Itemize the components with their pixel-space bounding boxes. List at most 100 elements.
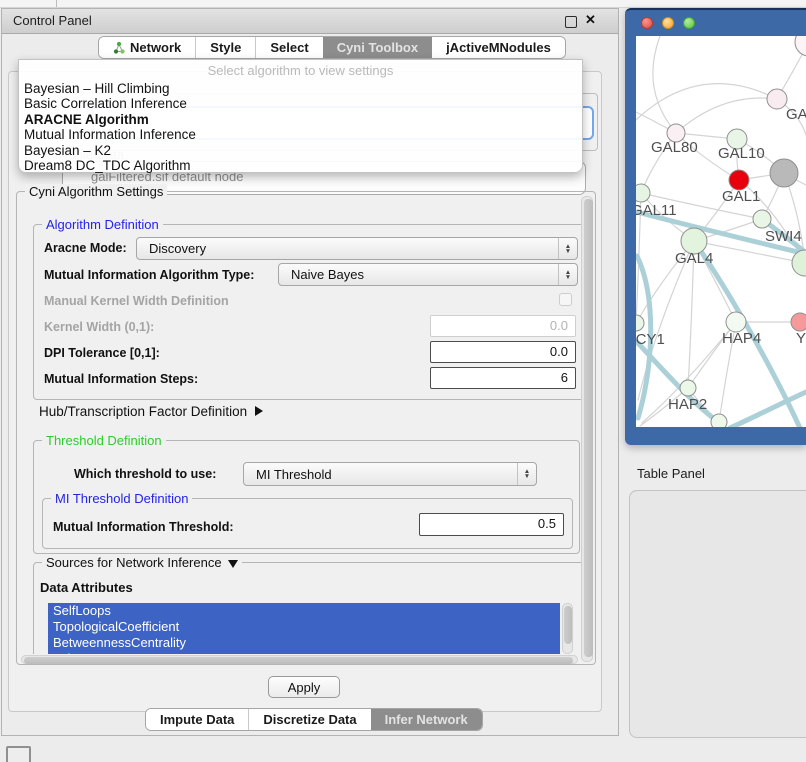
network-node[interactable] (770, 159, 798, 187)
control-panel: Control Panel ✕ Inference Algorithm Tabl… (1, 8, 619, 736)
network-node-y[interactable] (791, 313, 806, 331)
algorithm-dropdown-placeholder: Select algorithm to view settings (19, 60, 582, 81)
manual-kernel-label: Manual Kernel Width Definition (44, 294, 229, 308)
collapse-caret-icon (228, 560, 238, 568)
tab-network[interactable]: Network (99, 37, 195, 58)
attribute-list-scrollbar[interactable] (562, 603, 573, 654)
data-attributes-label: Data Attributes (40, 580, 133, 595)
tab-impute-data[interactable]: Impute Data (146, 709, 248, 730)
table-panel: ⚙ ✓✓ shared...nameA YDL19...YDL19...13YD… (629, 490, 806, 738)
sources-group: Sources for Network Inference Data Attri… (33, 562, 589, 654)
algorithm-option-basic-correlation-inference[interactable]: Basic Correlation Inference (19, 96, 582, 111)
float-icon[interactable] (565, 16, 577, 28)
mi-threshold-definition-title: MI Threshold Definition (51, 491, 192, 506)
control-panel-titlebar: Control Panel ✕ (2, 9, 618, 34)
top-tab-strip: Network Style Select Cyni Toolbox jActiveMNo… (98, 36, 566, 59)
network-node-gcy1[interactable] (636, 315, 644, 331)
algorithm-option-bayesian-k2[interactable]: Bayesian – K2 (19, 143, 582, 158)
network-node-hap2[interactable] (680, 380, 696, 396)
sources-title-wrap[interactable]: Sources for Network Inference (42, 555, 242, 570)
dpi-tolerance-field[interactable]: 0.0 (430, 341, 576, 363)
kernel-width-label: Kernel Width (0,1): (44, 320, 154, 334)
mi-type-combo[interactable]: Naive Bayes ▲▼ (278, 263, 578, 286)
mi-threshold-definition-group: MI Threshold Definition Mutual Informati… (42, 498, 573, 549)
close-icon[interactable]: ✕ (585, 12, 596, 28)
manual-kernel-checkbox[interactable] (559, 293, 572, 306)
window-zoom-button[interactable] (683, 17, 695, 29)
threshold-definition-title: Threshold Definition (42, 433, 166, 448)
window-minimize-button[interactable] (662, 17, 674, 29)
tab-select[interactable]: Select (255, 37, 322, 58)
attribute-item-topologicalcoefficient[interactable]: TopologicalCoefficient (48, 619, 560, 635)
network-node[interactable] (792, 250, 806, 276)
partial-corner-icon[interactable] (6, 746, 31, 762)
dpi-tolerance-label: DPI Tolerance [0,1]: (44, 346, 160, 360)
network-node-gal1[interactable] (729, 170, 749, 190)
node-label-gcy1: GCY1 (636, 331, 665, 348)
tab-label: jActiveMNodules (446, 40, 551, 55)
algorithm-option-mutual-information-inference[interactable]: Mutual Information Inference (19, 127, 582, 142)
mi-threshold-label: Mutual Information Threshold: (53, 520, 234, 534)
mi-steps-label: Mutual Information Steps: (44, 372, 198, 386)
attribute-list[interactable]: SelfLoopsTopologicalCoefficientBetweenne… (48, 603, 560, 654)
settings-horizontal-scrollbar[interactable] (21, 655, 578, 664)
bottom-tab-strip: Impute Data Discretize Data Infer Network (145, 708, 483, 731)
algorithm-definition-title: Algorithm Definition (42, 217, 163, 232)
tab-style[interactable]: Style (195, 37, 255, 58)
attribute-item-betweennesscentrality[interactable]: BetweennessCentrality (48, 635, 560, 651)
network-node[interactable] (711, 414, 727, 427)
apply-button[interactable]: Apply (268, 676, 340, 698)
screen: Control Panel ✕ Inference Algorithm Tabl… (0, 0, 806, 762)
algorithm-option-bayesian-hill-climbing[interactable]: Bayesian – Hill Climbing (19, 81, 582, 96)
network-node-swi4[interactable] (753, 210, 771, 228)
tab-label: Impute Data (160, 712, 234, 727)
algorithm-option-dream8-dc-tdc-algorithm[interactable]: Dream8 DC_TDC Algorithm (19, 158, 582, 173)
tab-jactivemnodules[interactable]: jActiveMNodules (432, 37, 565, 58)
attribute-item-selfloops[interactable]: SelfLoops (48, 603, 560, 619)
node-label-gal10: GAL10 (718, 145, 765, 162)
sources-title: Sources for Network Inference (46, 555, 222, 570)
algorithm-list: Bayesian – Hill ClimbingBasic Correlatio… (19, 81, 582, 173)
network-edge (653, 36, 676, 133)
tab-label: Discretize Data (263, 712, 356, 727)
node-label-swi4: SWI4 (765, 228, 802, 245)
cyni-algorithm-settings-group: Cyni Algorithm Settings Algorithm Defini… (16, 191, 596, 665)
control-panel-title: Control Panel (13, 13, 92, 28)
kernel-width-field[interactable]: 0.0 (430, 315, 576, 337)
tab-discretize-data[interactable]: Discretize Data (248, 709, 370, 730)
threshold-definition-group: Threshold Definition Which threshold to … (33, 440, 580, 554)
network-canvas[interactable]: GALGAL80GAL10GAL1GAL11SWI4GAL4GCY1HAP4YH… (636, 36, 806, 427)
network-node-hap4[interactable] (726, 312, 746, 332)
aracne-mode-label: Aracne Mode: (44, 241, 127, 255)
network-node[interactable] (795, 36, 806, 56)
node-label-hap4: HAP4 (722, 330, 761, 347)
window-close-button[interactable] (641, 17, 653, 29)
table-panel-title: Table Panel (637, 466, 705, 481)
mi-type-value: Naive Bayes (291, 267, 364, 282)
node-label-gal4: GAL4 (675, 250, 713, 267)
network-canvas-svg: GALGAL80GAL10GAL1GAL11SWI4GAL4GCY1HAP4YH… (636, 36, 806, 427)
mi-threshold-field[interactable]: 0.5 (419, 513, 564, 536)
tab-cyni-toolbox[interactable]: Cyni Toolbox (323, 37, 432, 58)
node-label-gal1: GAL1 (722, 188, 760, 205)
aracne-mode-combo[interactable]: Discovery ▲▼ (136, 237, 578, 260)
algorithm-option-aracne-algorithm[interactable]: ARACNE Algorithm (19, 112, 582, 127)
which-threshold-combo[interactable]: MI Threshold ▲▼ (243, 462, 537, 486)
network-edge (676, 98, 777, 133)
tab-label: Select (270, 40, 308, 55)
node-label-hap2: HAP2 (668, 396, 707, 413)
mi-steps-field[interactable]: 6 (430, 367, 576, 389)
top-toolbar-strip (0, 0, 806, 8)
algorithm-dropdown-popup: Select algorithm to view settings Bayesi… (18, 59, 583, 173)
network-node-gal11[interactable] (636, 184, 650, 202)
tab-infer-network[interactable]: Infer Network (371, 709, 482, 730)
attribute-item-gal4rgexp[interactable]: gal4RGexp (48, 651, 560, 654)
tab-label: Style (210, 40, 241, 55)
aracne-mode-value: Discovery (149, 241, 206, 256)
combo-spinner-icon: ▲▼ (558, 264, 577, 285)
settings-vertical-scrollbar[interactable] (581, 196, 593, 662)
node-label-y: Y (796, 330, 806, 347)
network-node-gal[interactable] (767, 89, 787, 109)
mi-type-label: Mutual Information Algorithm Type: (44, 268, 254, 282)
hub-definition-expander[interactable]: Hub/Transcription Factor Definition (39, 404, 263, 419)
